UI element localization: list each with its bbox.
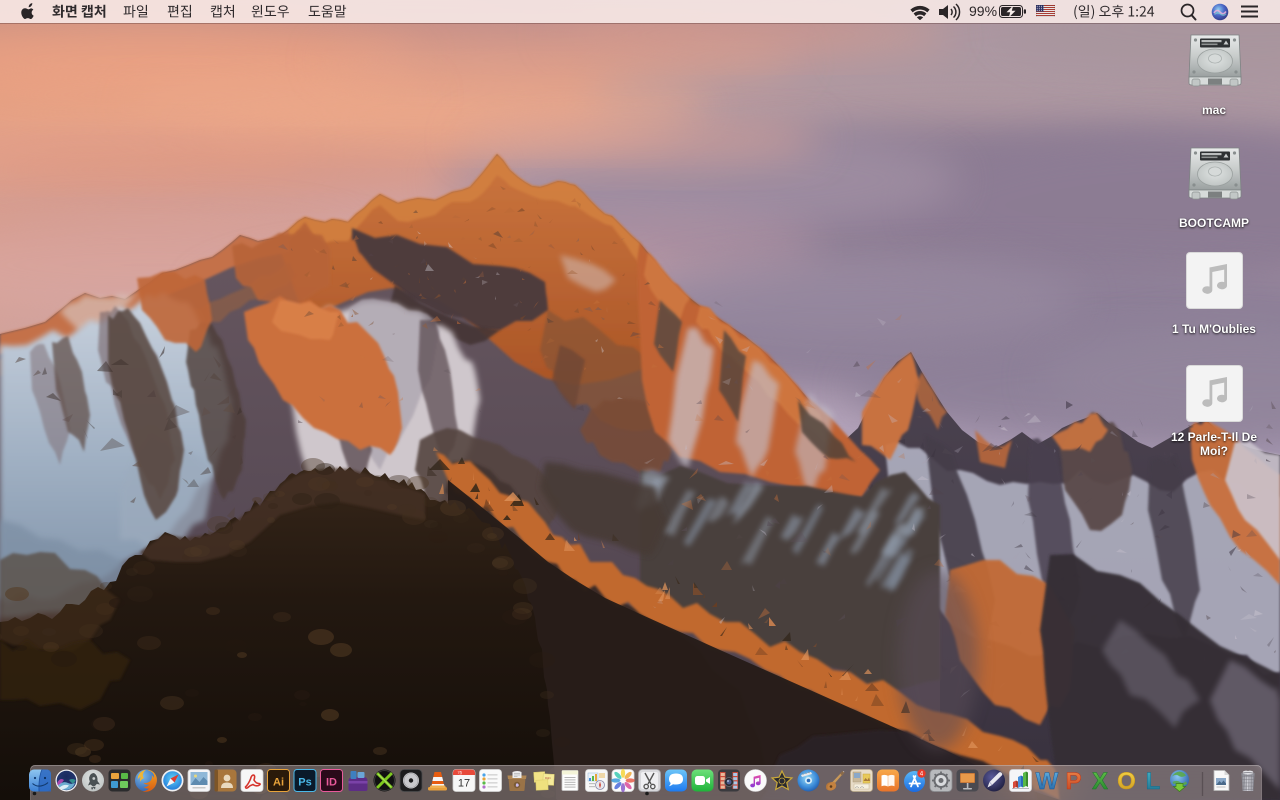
svg-text:P: P xyxy=(1065,768,1081,795)
svg-text:17: 17 xyxy=(458,778,470,790)
svg-text:4: 4 xyxy=(920,771,924,778)
svg-text:X: X xyxy=(1092,768,1108,795)
svg-text:O: O xyxy=(1117,768,1136,795)
svg-text:Ps: Ps xyxy=(298,777,311,789)
svg-text:Right: Right xyxy=(545,777,551,780)
svg-text:7월: 7월 xyxy=(458,770,463,775)
svg-text:W: W xyxy=(1036,768,1059,795)
svg-text:L: L xyxy=(1146,768,1161,795)
svg-text:ID: ID xyxy=(326,777,337,789)
svg-text:Ai: Ai xyxy=(273,777,284,789)
